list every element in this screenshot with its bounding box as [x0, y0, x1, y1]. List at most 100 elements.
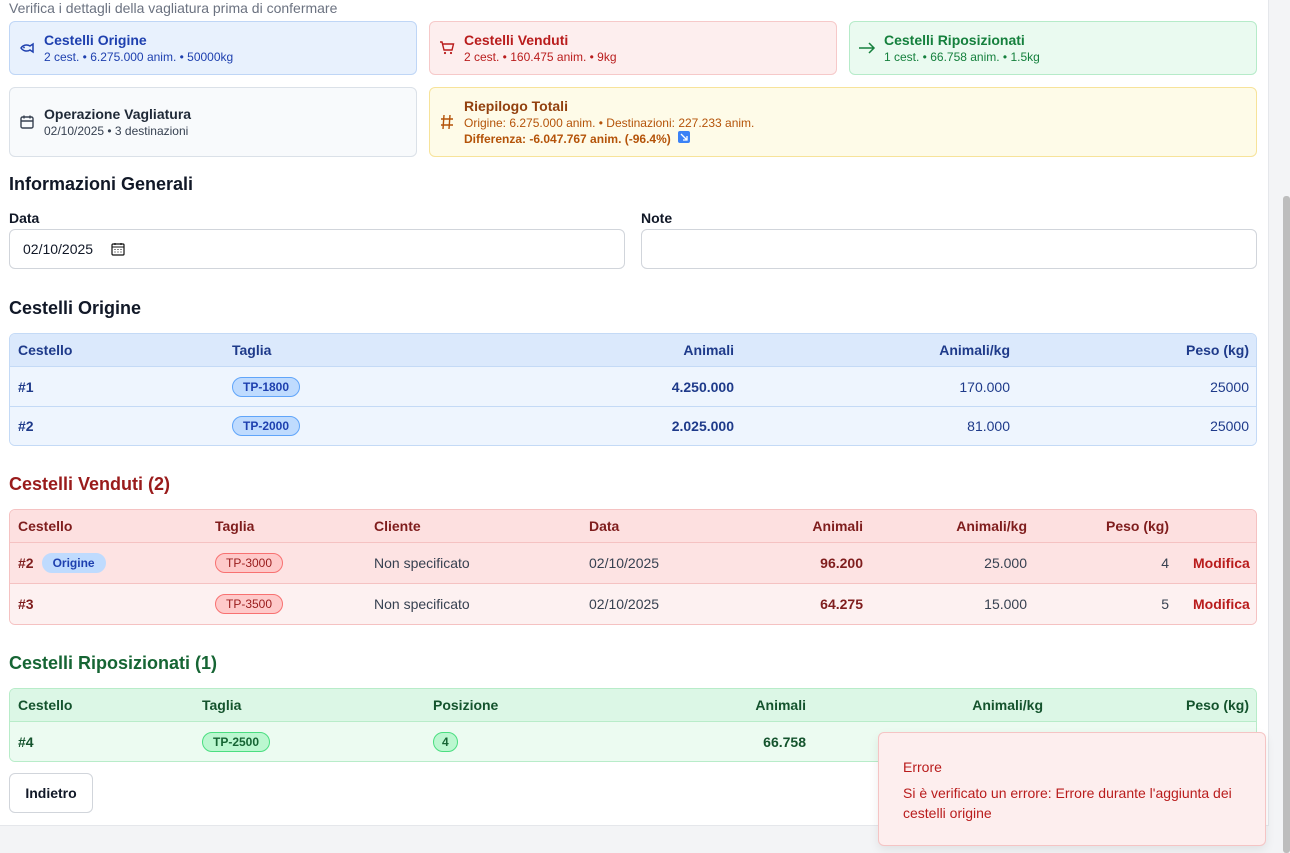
cell-animali-kg: 81.000 [967, 418, 1010, 434]
column-header: Cestello [18, 342, 73, 358]
cell-peso: 25000 [1210, 378, 1249, 395]
column-header: Posizione [433, 697, 499, 713]
table-header: Cestello Taglia Posizione Animali Animal… [10, 689, 1256, 722]
cell-taglia: TP-2500 [202, 722, 271, 761]
fish-icon [10, 40, 44, 56]
toast-title: Errore [903, 759, 942, 775]
origin-badge: Origine [41, 553, 106, 573]
cell-cestello: #2 [18, 418, 34, 434]
calendar-icon [10, 114, 44, 130]
column-header: Cestello [18, 518, 73, 534]
cell-data: 02/10/2025 [589, 596, 660, 612]
date-value: 02/10/2025 [23, 241, 94, 257]
confirm-screening-page: Verifica i dettagli della vagliatura pri… [0, 0, 1269, 826]
section-title-repositioned: Cestelli Riposizionati (1) [9, 653, 218, 673]
size-badge: TP-3000 [215, 553, 284, 573]
cell-animali: 4.250.000 [671, 378, 734, 395]
back-button[interactable]: Indietro [9, 773, 93, 813]
column-header: Peso (kg) [1185, 342, 1249, 358]
cell-taglia: TP-1800 [232, 367, 301, 406]
cell-animali: 66.758 [763, 733, 806, 750]
size-badge: TP-2500 [202, 731, 271, 752]
table-row: #3 TP-3500 Non specificato 02/10/2025 64… [10, 583, 1256, 624]
table-row: #1 TP-1800 4.250.000 170.000 25000 [10, 367, 1256, 406]
cell-posizione: 4 [433, 722, 458, 761]
cell-peso: 4 [1161, 555, 1169, 571]
error-toast: Errore Si è verificato un errore: Errore… [878, 732, 1266, 846]
notes-label: Note [641, 210, 673, 226]
column-header: Taglia [215, 518, 255, 534]
trend-down-icon [678, 131, 691, 147]
card-detail: 2 cest. • 160.475 anim. • 9kg [464, 50, 617, 64]
column-header: Data [589, 518, 620, 534]
table-row: #2 Origine TP-3000 Non specificato 02/10… [10, 542, 1256, 583]
cell-data: 02/10/2025 [589, 555, 660, 571]
column-header: Animali/kg [956, 518, 1027, 534]
scrollbar[interactable] [1283, 196, 1290, 853]
size-badge: TP-3500 [215, 594, 284, 614]
cell-animali: 96.200 [820, 555, 863, 571]
table-header: Cestello Taglia Cliente Data Animali Ani… [10, 510, 1256, 542]
summary-card-origin: Cestelli Origine 2 cest. • 6.275.000 ani… [9, 21, 417, 75]
card-detail: 02/10/2025 • 3 destinazioni [44, 124, 189, 138]
edit-button[interactable]: Modifica [1193, 584, 1250, 624]
card-title: Cestelli Venduti [464, 32, 569, 48]
column-header: Taglia [232, 342, 272, 358]
card-detail: 2 cest. • 6.275.000 anim. • 50000kg [44, 50, 234, 64]
section-title-general: Informazioni Generali [9, 174, 194, 194]
column-header: Peso (kg) [1185, 697, 1249, 713]
cell-peso: 5 [1161, 596, 1169, 612]
cell-cestello: #3 [18, 596, 34, 612]
page-subtitle: Verifica i dettagli della vagliatura pri… [9, 0, 338, 16]
column-header: Peso (kg) [1105, 518, 1169, 534]
column-header: Animali [755, 697, 806, 713]
column-header: Cliente [374, 518, 421, 534]
cell-taglia: TP-3000 [215, 543, 284, 583]
cell-animali-kg: 170.000 [959, 378, 1010, 395]
totals-line1: Origine: 6.275.000 anim. • Destinazioni:… [464, 115, 755, 130]
summary-card-operation: Operazione Vagliatura 02/10/2025 • 3 des… [9, 87, 417, 157]
size-badge: TP-1800 [232, 376, 301, 397]
column-header: Taglia [202, 697, 242, 713]
hash-icon [430, 114, 464, 130]
totals-difference: Differenza: -6.047.767 anim. (-96.4%) [464, 131, 671, 146]
column-header: Animali [683, 342, 734, 358]
cell-cestello: #2 Origine [18, 543, 106, 583]
card-title: Cestelli Riposizionati [884, 32, 1025, 48]
card-title: Operazione Vagliatura [44, 106, 192, 122]
cart-icon [430, 40, 464, 56]
column-header: Cestello [18, 697, 73, 713]
edit-button[interactable]: Modifica [1193, 543, 1250, 583]
sold-table: Cestello Taglia Cliente Data Animali Ani… [9, 509, 1257, 625]
card-detail: 1 cest. • 66.758 anim. • 1.5kg [884, 50, 1040, 64]
position-badge: 4 [433, 731, 458, 752]
column-header: Animali/kg [939, 342, 1010, 358]
origin-table: Cestello Taglia Animali Animali/kg Peso … [9, 333, 1257, 446]
notes-field[interactable] [641, 229, 1257, 269]
cell-animali-kg: 25.000 [984, 555, 1027, 571]
cell-cliente: Non specificato [374, 555, 470, 571]
cell-peso: 25000 [1210, 418, 1249, 434]
table-row: #2 TP-2000 2.025.000 81.000 25000 [10, 406, 1256, 445]
card-title: Riepilogo Totali [464, 97, 568, 114]
section-title-sold: Cestelli Venduti (2) [9, 474, 171, 494]
column-header: Animali [812, 518, 863, 534]
card-title: Cestelli Origine [44, 32, 147, 48]
calendar-picker-icon[interactable] [111, 242, 125, 256]
size-badge: TP-2000 [232, 416, 301, 436]
summary-card-sold: Cestelli Venduti 2 cest. • 160.475 anim.… [429, 21, 837, 75]
cell-taglia: TP-2000 [232, 407, 301, 445]
cell-animali: 2.025.000 [671, 418, 734, 434]
toast-message: Si è verificato un errore: Errore durant… [903, 785, 1232, 821]
summary-card-totals: Riepilogo Totali Origine: 6.275.000 anim… [429, 87, 1257, 157]
summary-card-repositioned: Cestelli Riposizionati 1 cest. • 66.758 … [849, 21, 1257, 75]
column-header: Animali/kg [972, 697, 1043, 713]
totals-line2: Differenza: -6.047.767 anim. (-96.4%) [464, 131, 754, 148]
date-label: Data [9, 210, 40, 226]
cell-cliente: Non specificato [374, 596, 470, 612]
cestello-number: #2 [18, 555, 34, 571]
date-field[interactable]: 02/10/2025 [9, 229, 625, 269]
section-title-origin: Cestelli Origine [9, 298, 142, 318]
cell-animali-kg: 15.000 [984, 596, 1027, 612]
cell-cestello: #1 [18, 378, 34, 395]
